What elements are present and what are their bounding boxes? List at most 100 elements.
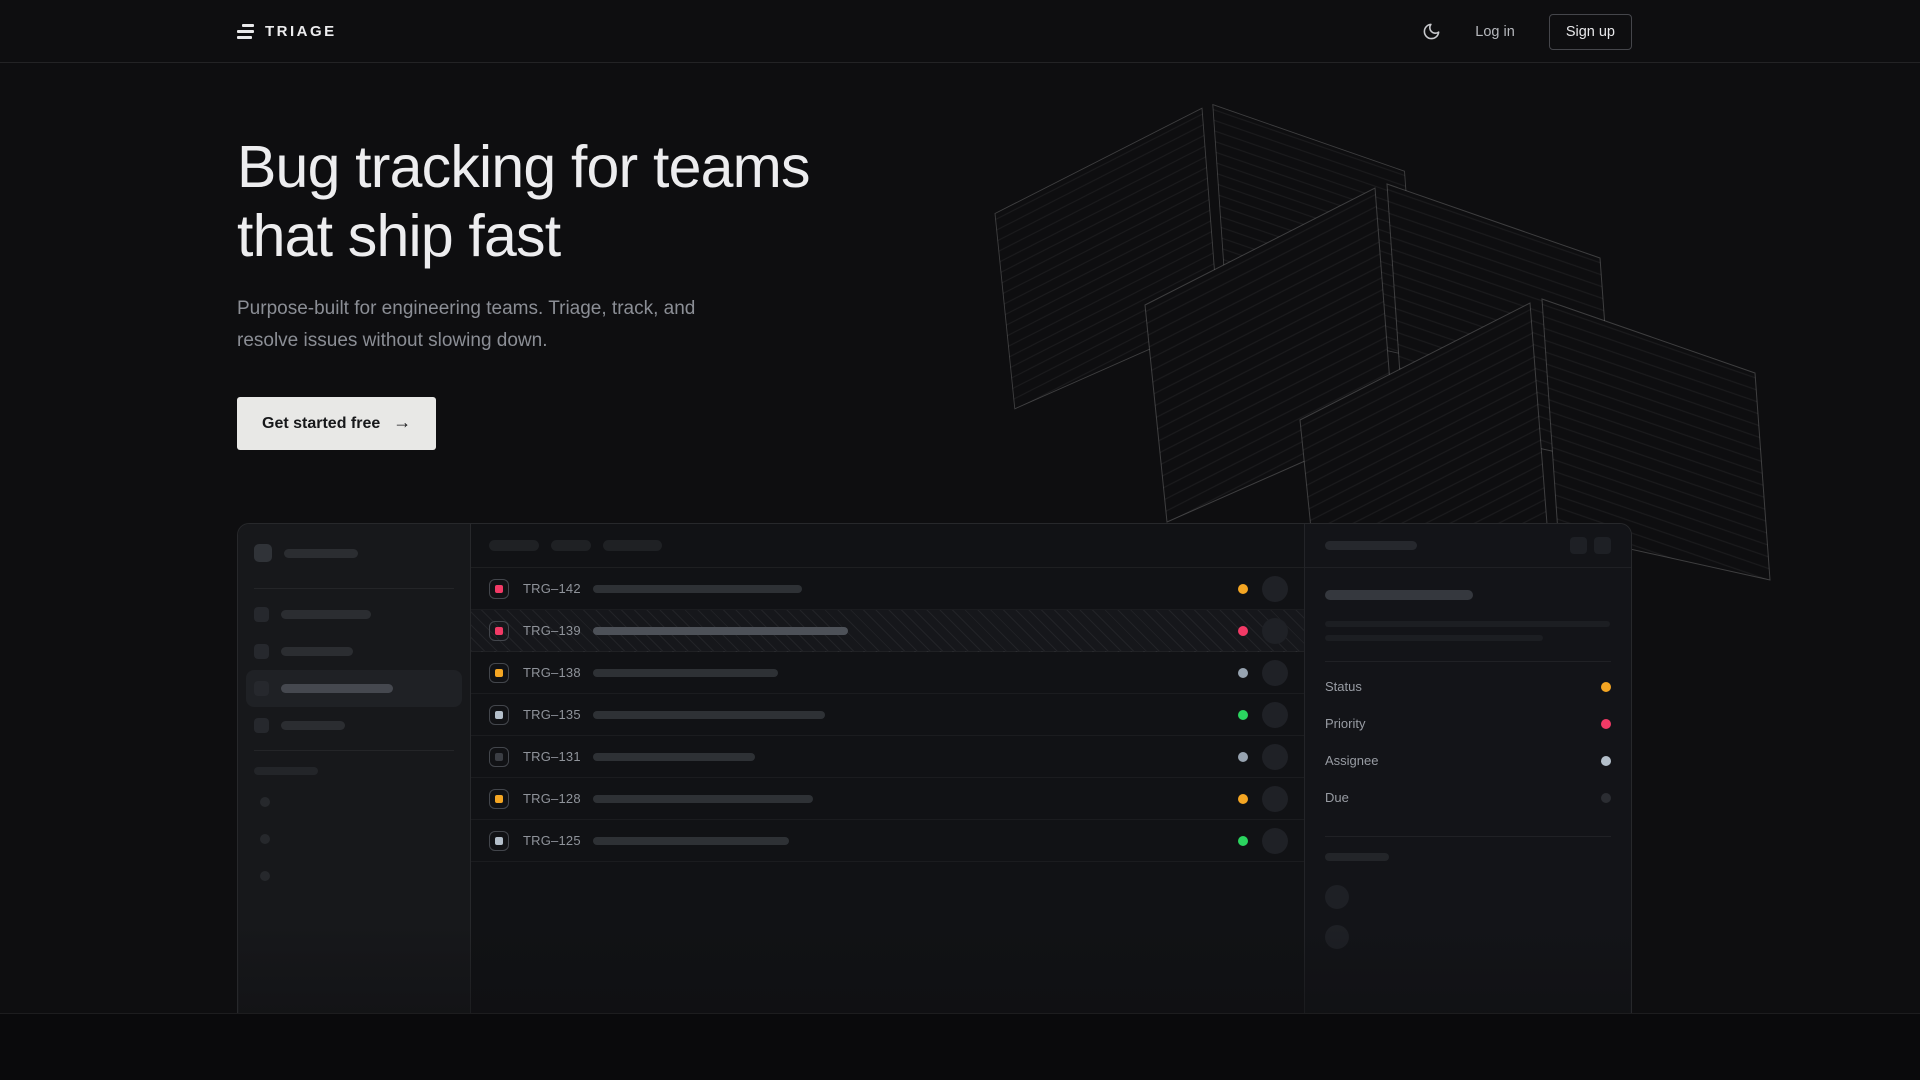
detail-field-row: Status: [1325, 668, 1611, 705]
detail-action-placeholder: [1570, 537, 1587, 554]
issue-type-icon: [489, 663, 509, 683]
status-dot: [1238, 794, 1248, 804]
sidebar-section-label-placeholder: [254, 767, 318, 775]
landing-page: TRIAGE Log in Sign up Bug tracking for t…: [0, 0, 1920, 1080]
issue-row: TRG–135: [471, 694, 1304, 736]
hero-subtitle: Purpose-built for engineering teams. Tri…: [237, 293, 695, 357]
sidebar-dot-placeholder: [260, 871, 270, 881]
status-dot: [1238, 584, 1248, 594]
sidebar-label-placeholder: [281, 647, 353, 656]
issue-row: TRG–125: [471, 820, 1304, 862]
assignee-avatar: [1262, 618, 1288, 644]
issue-id: TRG–125: [523, 833, 581, 848]
assignee-avatar: [1262, 744, 1288, 770]
divider: [1325, 836, 1611, 837]
triage-logo-icon: [237, 24, 254, 39]
activity-section-label-placeholder: [1325, 853, 1389, 861]
brand-name: TRIAGE: [265, 23, 337, 40]
field-label: Assignee: [1325, 753, 1378, 768]
theme-toggle-button[interactable]: [1422, 22, 1441, 41]
detail-panel-body: Status Priority Assignee Due: [1305, 568, 1631, 969]
issue-id: TRG–131: [523, 749, 581, 764]
status-dot: [1238, 710, 1248, 720]
issue-title-placeholder: [1325, 590, 1473, 600]
detail-panel-header: [1305, 524, 1631, 568]
sidebar-item-placeholder-active: [246, 670, 462, 707]
issue-id: TRG–128: [523, 791, 581, 806]
comment-avatar-placeholder: [1325, 925, 1349, 949]
issue-title-placeholder: [593, 627, 848, 635]
sidebar-item-placeholder: [246, 596, 462, 633]
field-label: Due: [1325, 790, 1349, 805]
status-dot: [1238, 752, 1248, 762]
divider: [254, 588, 454, 589]
sidebar-label-placeholder: [281, 684, 393, 693]
sidebar-item-placeholder: [246, 633, 462, 670]
issue-row: TRG–128: [471, 778, 1304, 820]
detail-field-row: Due: [1325, 779, 1611, 816]
signup-button[interactable]: Sign up: [1549, 14, 1632, 50]
detail-field-row: Assignee: [1325, 742, 1611, 779]
login-link[interactable]: Log in: [1475, 24, 1515, 40]
assignee-avatar: [1262, 576, 1288, 602]
app-preview-mockup: TRG–142 TRG–139 TRG–138 TRG–135 TRG–131: [237, 523, 1632, 1080]
issue-title-placeholder: [593, 585, 802, 593]
sidebar-label-placeholder: [281, 610, 371, 619]
filter-pill-placeholder: [489, 540, 539, 551]
issue-id: TRG–138: [523, 665, 581, 680]
issue-description-placeholder: [1325, 635, 1543, 641]
hero-title: Bug tracking for teamsthat ship fast: [237, 133, 810, 271]
issue-type-icon: [489, 831, 509, 851]
field-value-dot: [1601, 682, 1611, 692]
issue-title-placeholder: [593, 669, 778, 677]
mockup-sidebar-nav: [254, 596, 454, 744]
mockup-detail-panel: Status Priority Assignee Due: [1304, 524, 1631, 1079]
status-dot: [1238, 626, 1248, 636]
sidebar-icon-placeholder: [254, 607, 269, 622]
assignee-avatar: [1262, 702, 1288, 728]
issue-id: TRG–142: [523, 581, 581, 596]
sidebar-dot-placeholder: [260, 797, 270, 807]
issue-title-placeholder: [593, 837, 789, 845]
workspace-name-placeholder: [284, 549, 358, 558]
mockup-sidebar: [238, 524, 471, 1079]
issue-rows: TRG–142 TRG–139 TRG–138 TRG–135 TRG–131: [471, 568, 1304, 862]
issue-type-icon: [489, 747, 509, 767]
sidebar-icon-placeholder: [254, 718, 269, 733]
workspace-icon-placeholder: [254, 544, 272, 562]
assignee-avatar: [1262, 828, 1288, 854]
issue-row: TRG–138: [471, 652, 1304, 694]
comment-avatar-placeholder: [1325, 885, 1349, 909]
navbar: TRIAGE Log in Sign up: [0, 0, 1920, 63]
divider: [1325, 661, 1611, 662]
field-label: Status: [1325, 679, 1362, 694]
cta-label: Get started free: [262, 415, 380, 433]
field-label: Priority: [1325, 716, 1365, 731]
detail-fields: Status Priority Assignee Due: [1325, 668, 1611, 816]
detail-action-placeholder: [1594, 537, 1611, 554]
detail-title-placeholder: [1325, 541, 1417, 550]
issue-row: TRG–142: [471, 568, 1304, 610]
navbar-inner: TRIAGE Log in Sign up: [237, 0, 1632, 63]
issue-row: TRG–131: [471, 736, 1304, 778]
footer: [0, 1013, 1920, 1080]
mockup-sidebar-logo: [254, 544, 454, 562]
status-dot: [1238, 668, 1248, 678]
sidebar-dot-placeholder: [260, 834, 270, 844]
issue-title-placeholder: [593, 753, 755, 761]
get-started-button[interactable]: Get started free →: [237, 397, 436, 450]
assignee-avatar: [1262, 660, 1288, 686]
issue-id: TRG–135: [523, 707, 581, 722]
issue-type-icon: [489, 705, 509, 725]
mockup-issue-list: TRG–142 TRG–139 TRG–138 TRG–135 TRG–131: [471, 524, 1304, 1079]
navbar-actions: Log in Sign up: [1422, 14, 1632, 50]
issue-type-icon: [489, 579, 509, 599]
detail-header-actions: [1570, 537, 1611, 554]
filter-pill-placeholder: [603, 540, 662, 551]
sidebar-icon-placeholder: [254, 681, 269, 696]
brand-logo[interactable]: TRIAGE: [237, 23, 337, 40]
sidebar-label-placeholder: [281, 721, 345, 730]
issue-type-icon: [489, 789, 509, 809]
divider: [254, 750, 454, 751]
issue-description-placeholder: [1325, 621, 1610, 627]
